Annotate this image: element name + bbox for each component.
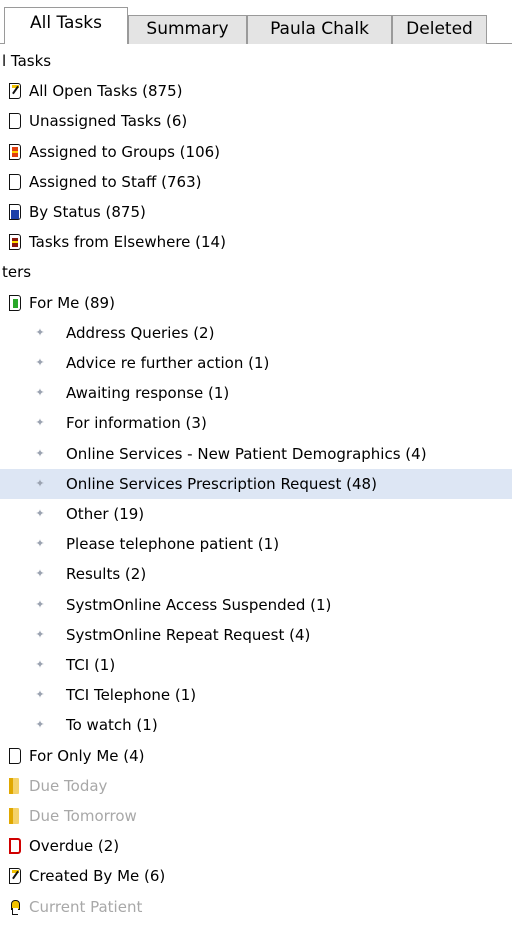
tree-item[interactable]: Assigned to Groups (106) (0, 137, 512, 167)
tree-item-label: Results (2) (66, 565, 147, 584)
tree-item[interactable]: Due Today (0, 771, 512, 801)
bullet-icon: ✦ (35, 356, 45, 369)
tree-item-label: ters (2, 263, 32, 282)
tree-subitem[interactable]: ✦ TCI Telephone (1) (0, 680, 512, 710)
tree-subitem[interactable]: ✦ Online Services Prescription Request (4… (0, 468, 512, 499)
tree-item-label: To watch (1) (66, 716, 158, 735)
tree-item-label: l Tasks (2, 52, 52, 70)
tree-item[interactable]: All Open Tasks (875) (0, 76, 512, 106)
due-folder-icon (9, 808, 19, 824)
tree-subitem[interactable]: ✦ Please telephone patient (1) (0, 529, 512, 559)
tree-item[interactable]: For Me (89) (0, 288, 512, 318)
tree-item-label: For information (3) (66, 414, 207, 433)
tree-subitem[interactable]: ✦ Online Services - New Patient Demograph… (0, 439, 512, 469)
tree-item-label: SystmOnline Repeat Request (4) (66, 625, 311, 644)
tree-item-label: By Status (875) (29, 203, 146, 221)
bullet-icon: ✦ (35, 658, 45, 671)
tree-item-label: Unassigned Tasks (6) (29, 112, 188, 131)
due-folder-icon (9, 777, 19, 794)
tree-item[interactable]: Current Patient (0, 892, 512, 922)
tree-subitem[interactable]: ✦ SystmOnline Repeat Request (4) (0, 620, 512, 650)
blank-task-icon (9, 747, 21, 764)
tree-item-label: For Only Me (4) (29, 746, 145, 765)
for-me-task-icon (9, 294, 21, 311)
task-tree: l Tasks All Open Tasks (875) Unassigned Ta… (0, 44, 512, 937)
tree-item-label: Awaiting response (1) (66, 384, 230, 403)
tree-item[interactable]: Overdue (2) (0, 831, 512, 861)
open-tasks-icon (9, 868, 21, 885)
bullet-icon: ✦ (35, 446, 45, 460)
tree-item[interactable]: Due Tomorrow (0, 801, 512, 831)
tree-item-label: Due Tomorrow (29, 807, 137, 825)
bullet-icon: ✦ (35, 688, 45, 702)
tree-subitem[interactable]: ✦ TCI (1) (0, 650, 512, 680)
tree-item-label: Assigned to Groups (106) (29, 142, 221, 161)
tree-item-label: Online Services Prescription Request (48… (66, 474, 377, 493)
group-task-icon (9, 143, 21, 160)
tree-subitem[interactable]: ✦ For information (3) (0, 408, 512, 438)
bullet-icon: ✦ (35, 567, 45, 581)
task-tabs: All Tasks Summary Paula Chalk Deleted (0, 0, 512, 44)
tree-item[interactable]: Assigned to Staff (763) (0, 167, 512, 197)
tree-item-label: TCI (1) (66, 656, 116, 674)
tree-item-label: Tasks from Elsewhere (14) (29, 233, 226, 252)
tree-item-label: Current Patient (29, 897, 143, 916)
tree-item-label: For Me (89) (29, 293, 115, 312)
tree-item[interactable]: Unassigned Tasks (6) (0, 106, 512, 136)
tree-item-label: Due Today (29, 776, 108, 795)
tree-subitem[interactable]: ✦ To watch (1) (0, 710, 512, 740)
tree-item-label: Overdue (2) (29, 837, 120, 856)
tree-item-label: Advice re further action (1) (66, 354, 270, 372)
bullet-icon: ✦ (35, 597, 45, 611)
tree-subitem[interactable]: ✦ Advice re further action (1) (0, 348, 512, 378)
tree-section-header[interactable]: ters (0, 257, 512, 287)
tree-item-label: Other (19) (66, 505, 145, 523)
tree-subitem[interactable]: ✦ SystmOnline Access Suspended (1) (0, 590, 512, 620)
tree-item-label: SystmOnline Access Suspended (1) (66, 595, 332, 614)
tree-item-label: Created By Me (6) (29, 867, 166, 886)
tree-item-label: Assigned to Staff (763) (29, 172, 202, 191)
tree-subitem[interactable]: ✦ Awaiting response (1) (0, 378, 512, 408)
tree-section-header[interactable]: l Tasks (0, 46, 512, 76)
bullet-icon: ✦ (35, 386, 45, 400)
tree-item-label: Online Services - New Patient Demographi… (66, 444, 427, 463)
tree-subitem[interactable]: ✦ Other (19) (0, 499, 512, 529)
blank-task-icon (9, 173, 21, 190)
tree-item[interactable]: Created By Me (6) (0, 861, 512, 891)
tree-subitem[interactable]: ✦ Address Queries (2) (0, 318, 512, 348)
bullet-icon: ✦ (35, 476, 45, 490)
bullet-icon: ✦ (35, 718, 45, 732)
tree-item[interactable]: By Status (875) (0, 197, 512, 227)
elsewhere-task-icon (9, 234, 21, 251)
bullet-icon: ✦ (35, 416, 45, 430)
tree-item-label: Address Queries (2) (66, 323, 215, 342)
tab-deleted[interactable]: Deleted (392, 15, 487, 44)
tab-all-tasks[interactable]: All Tasks (4, 7, 128, 44)
bullet-icon: ✦ (35, 507, 45, 520)
tab-summary[interactable]: Summary (128, 15, 247, 44)
tab-paula-chalk[interactable]: Paula Chalk (247, 15, 392, 44)
bullet-icon: ✦ (35, 627, 45, 641)
tree-item-label: All Open Tasks (875) (29, 82, 183, 101)
overdue-task-icon (9, 838, 21, 855)
status-task-icon (9, 204, 21, 220)
tree-item-label: TCI Telephone (1) (66, 686, 197, 705)
tree-item[interactable]: Tasks from Elsewhere (14) (0, 227, 512, 257)
bullet-icon: ✦ (35, 325, 45, 339)
bullet-icon: ✦ (35, 537, 45, 551)
patient-task-icon (9, 899, 21, 915)
tree-subitem[interactable]: ✦ Results (2) (0, 559, 512, 589)
tree-item[interactable]: For Only Me (4) (0, 741, 512, 771)
open-tasks-icon (9, 83, 21, 100)
blank-task-icon (9, 113, 21, 130)
tree-item-label: Please telephone patient (1) (66, 535, 280, 554)
